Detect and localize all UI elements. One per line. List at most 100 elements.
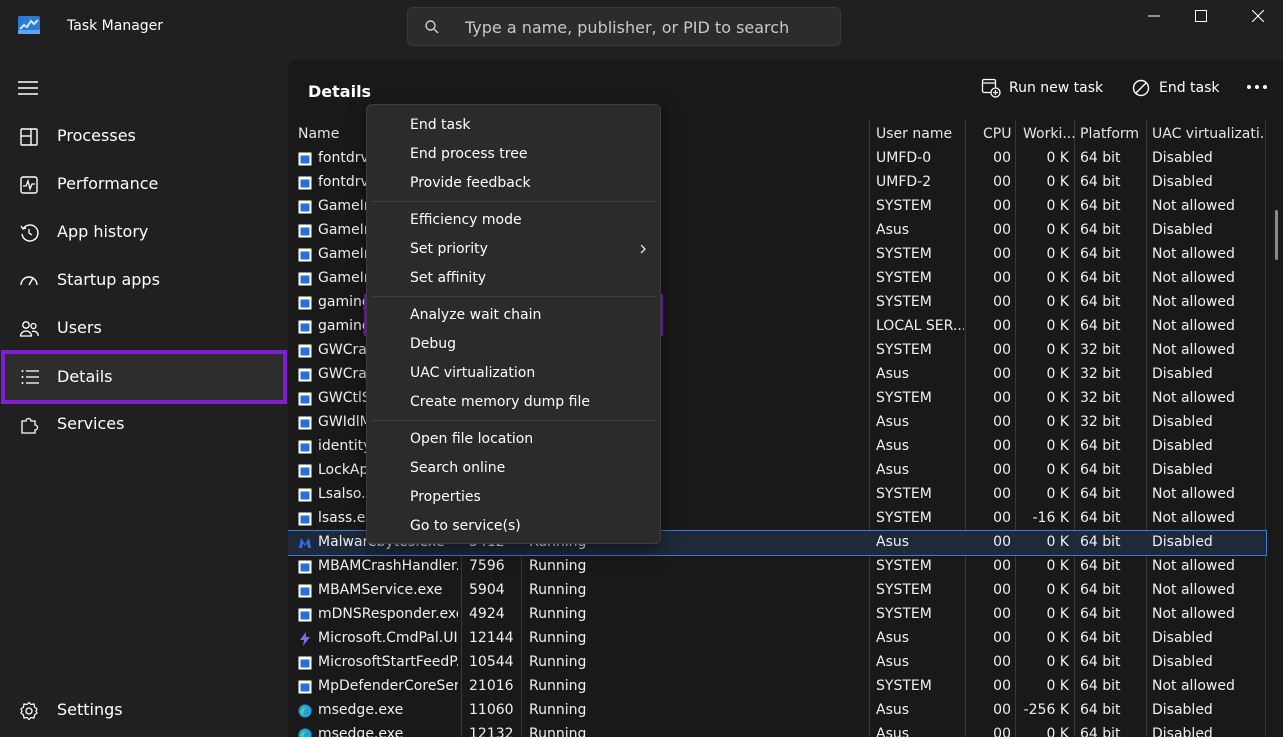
table-row[interactable]: MBAMCrashHandler... 7596 Running SYSTEM 00 0 … bbox=[288, 555, 1266, 579]
cell-platform: 32 bit bbox=[1080, 366, 1121, 382]
cell-uac: Disabled bbox=[1152, 366, 1213, 382]
application-window-icon bbox=[298, 320, 312, 334]
cell-platform: 64 bit bbox=[1080, 654, 1121, 670]
cell-mem: -16 K bbox=[1032, 510, 1070, 526]
sidebar-item-processes[interactable]: Processes bbox=[3, 114, 285, 160]
menu-item-analyze-wait-chain[interactable]: Analyze wait chain bbox=[371, 301, 656, 329]
cell-user: Asus bbox=[876, 654, 910, 670]
scrollbar-thumb[interactable] bbox=[1275, 210, 1278, 260]
cell-pid: 4924 bbox=[469, 606, 505, 622]
cell-uac: Not allowed bbox=[1152, 582, 1235, 598]
sidebar-item-services[interactable]: Services bbox=[3, 402, 285, 448]
table-row[interactable]: MicrosoftStartFeedP... 10544 Running Asus 00… bbox=[288, 651, 1266, 675]
search-input[interactable] bbox=[463, 8, 837, 47]
cell-uac: Disabled bbox=[1152, 654, 1213, 670]
cell-uac: Not allowed bbox=[1152, 390, 1235, 406]
cell-mem: 0 K bbox=[1046, 462, 1069, 478]
run-new-task-button[interactable]: Run new task bbox=[981, 78, 1103, 100]
maximize-icon bbox=[1195, 10, 1207, 22]
edge-browser-icon bbox=[298, 728, 312, 737]
column-header-cpu[interactable]: CPU bbox=[983, 126, 1011, 142]
cell-user: SYSTEM bbox=[876, 582, 932, 598]
column-header-platform[interactable]: Platform bbox=[1080, 126, 1139, 142]
cell-status: Running bbox=[529, 702, 587, 718]
cell-pid: 7596 bbox=[469, 558, 505, 574]
menu-item-open-file-location[interactable]: Open file location bbox=[371, 425, 656, 453]
menu-item-properties[interactable]: Properties bbox=[371, 483, 656, 511]
cell-mem: 0 K bbox=[1046, 294, 1069, 310]
menu-item-end-process-tree[interactable]: End process tree bbox=[371, 140, 656, 168]
end-task-label: End task bbox=[1159, 80, 1220, 96]
sidebar-item-performance[interactable]: Performance bbox=[3, 162, 285, 208]
cell-platform: 64 bit bbox=[1080, 702, 1121, 718]
cell-mem: 0 K bbox=[1046, 630, 1069, 646]
cell-pid: 12132 bbox=[469, 726, 514, 737]
minimize-button[interactable] bbox=[1131, 2, 1177, 30]
cell-user: SYSTEM bbox=[876, 606, 932, 622]
cell-platform: 64 bit bbox=[1080, 318, 1121, 334]
sidebar-item-settings[interactable]: Settings bbox=[3, 688, 285, 734]
menu-item-debug[interactable]: Debug bbox=[371, 330, 656, 358]
cell-platform: 64 bit bbox=[1080, 630, 1121, 646]
application-window-icon bbox=[298, 584, 312, 598]
cell-mem: 0 K bbox=[1046, 582, 1069, 598]
cell-user: SYSTEM bbox=[876, 510, 932, 526]
end-task-button[interactable]: End task bbox=[1131, 78, 1221, 100]
table-row[interactable]: MpDefenderCoreSer... 21016 Running SYSTEM 00… bbox=[288, 675, 1266, 699]
column-header-user-name[interactable]: User name bbox=[876, 126, 952, 142]
maximize-button[interactable] bbox=[1178, 2, 1224, 30]
column-header-name[interactable]: Name bbox=[298, 126, 339, 142]
close-button[interactable] bbox=[1235, 2, 1281, 30]
cell-user: Asus bbox=[876, 438, 910, 454]
sidebar-item-app-history[interactable]: App history bbox=[3, 210, 285, 256]
menu-item-uac-virtualization[interactable]: UAC virtualization bbox=[371, 359, 656, 387]
table-row[interactable]: Microsoft.CmdPal.UI... 12144 Running Asus 00… bbox=[288, 627, 1266, 651]
cell-cpu: 00 bbox=[993, 318, 1011, 334]
application-window-icon bbox=[298, 368, 312, 382]
table-row[interactable]: MBAMService.exe 5904 Running SYSTEM 00 0 K 64 … bbox=[288, 579, 1266, 603]
cell-uac: Not allowed bbox=[1152, 606, 1235, 622]
cell-user: LOCAL SER... bbox=[876, 318, 964, 334]
column-header-uac-virtualization[interactable]: UAC virtualizati... bbox=[1152, 126, 1264, 142]
edge-browser-icon bbox=[298, 704, 312, 718]
menu-item-set-priority[interactable]: Set priority bbox=[371, 235, 656, 263]
cell-mem: 0 K bbox=[1046, 246, 1069, 262]
cell-cpu: 00 bbox=[993, 606, 1011, 622]
menu-item-end-task[interactable]: End task bbox=[371, 111, 656, 139]
cell-uac: Disabled bbox=[1152, 702, 1213, 718]
cell-mem: 0 K bbox=[1046, 558, 1069, 574]
search-box[interactable] bbox=[407, 7, 841, 47]
cell-pid: 11060 bbox=[469, 702, 514, 718]
cell-name: msedge.exe bbox=[318, 702, 404, 718]
table-row[interactable]: msedge.exe 11060 Running Asus 00 -256 K 64 bit… bbox=[288, 699, 1266, 723]
more-options-icon[interactable] bbox=[1246, 79, 1268, 95]
list-details-icon bbox=[21, 370, 39, 384]
cell-user: SYSTEM bbox=[876, 246, 932, 262]
menu-item-search-online[interactable]: Search online bbox=[371, 454, 656, 482]
menu-item-efficiency-mode[interactable]: Efficiency mode bbox=[371, 206, 656, 234]
users-icon bbox=[19, 321, 39, 337]
search-icon bbox=[425, 20, 439, 34]
cell-uac: Not allowed bbox=[1152, 486, 1235, 502]
column-header-working-set[interactable]: Worki... bbox=[1023, 126, 1076, 142]
menu-item-go-to-services[interactable]: Go to service(s) bbox=[371, 512, 656, 540]
cell-uac: Not allowed bbox=[1152, 294, 1235, 310]
cell-user: UMFD-0 bbox=[876, 150, 932, 166]
sidebar-item-startup-apps[interactable]: Startup apps bbox=[3, 258, 285, 304]
sidebar-item-details[interactable]: Details bbox=[1, 350, 287, 404]
table-row[interactable]: msedge.exe 12132 Running Asus 00 0 K 64 bit Dis… bbox=[288, 723, 1266, 737]
table-row[interactable]: mDNSResponder.exe 4924 Running SYSTEM 00 0 K 6… bbox=[288, 603, 1266, 627]
gear-icon bbox=[20, 701, 38, 721]
cell-cpu: 00 bbox=[993, 366, 1011, 382]
menu-item-provide-feedback[interactable]: Provide feedback bbox=[371, 169, 656, 197]
sidebar-item-users[interactable]: Users bbox=[3, 306, 285, 352]
cell-name: msedge.exe bbox=[318, 726, 404, 737]
cell-mem: 0 K bbox=[1046, 534, 1069, 550]
menu-item-create-memory-dump[interactable]: Create memory dump file bbox=[371, 388, 656, 416]
menu-item-set-affinity[interactable]: Set affinity bbox=[371, 264, 656, 292]
cell-status: Running bbox=[529, 582, 587, 598]
cell-name: MBAMCrashHandler... bbox=[318, 558, 458, 574]
cell-name: Microsoft.CmdPal.UI... bbox=[318, 630, 458, 646]
cell-user: SYSTEM bbox=[876, 342, 932, 358]
hamburger-menu-icon[interactable] bbox=[18, 80, 38, 96]
